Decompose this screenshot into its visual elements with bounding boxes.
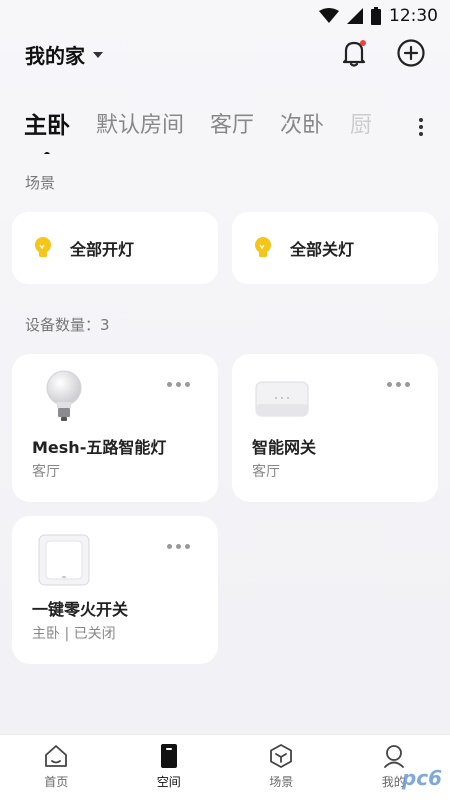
home-title: 我的家 <box>25 44 85 68</box>
device-card-gateway[interactable]: 智能网关 客厅 <box>232 354 438 502</box>
more-dot <box>419 125 423 129</box>
space-icon <box>160 744 177 768</box>
nav-label: 首页 <box>44 775 69 789</box>
header: 我的家 <box>0 36 450 76</box>
device-more-button[interactable] <box>167 382 190 387</box>
device-name: Mesh-五路智能灯 <box>32 438 167 457</box>
more-dot <box>176 382 181 387</box>
app-screen: 12:30 我的家 主卧 默认房间 客厅 次卧 厨 场景 全部开灯 全部关灯 设… <box>0 0 450 800</box>
more-dot <box>405 382 410 387</box>
device-more-button[interactable] <box>167 544 190 549</box>
more-dot <box>387 382 392 387</box>
device-room: 客厅 <box>252 464 280 480</box>
tab-default-room[interactable]: 默认房间 <box>96 108 184 154</box>
nav-label: 空间 <box>156 775 181 789</box>
device-room: 主卧 | 已关闭 <box>32 626 116 642</box>
scenes-label: 场景 <box>25 174 56 192</box>
caret-down-icon <box>93 51 103 58</box>
device-name: 一键零火开关 <box>32 600 129 619</box>
more-dot <box>167 544 172 549</box>
more-dot <box>419 118 423 122</box>
bulb-icon <box>255 237 271 257</box>
tab-kitchen[interactable]: 厨 <box>350 108 372 154</box>
scene-cube-icon <box>270 744 293 768</box>
nav-label: 场景 <box>269 775 294 789</box>
nav-scene[interactable]: 场景 <box>225 735 338 800</box>
nav-home[interactable]: 首页 <box>0 735 113 800</box>
more-dot <box>185 544 190 549</box>
device-name: 智能网关 <box>252 438 317 457</box>
gateway-icon <box>255 381 309 417</box>
tab-living-room[interactable]: 客厅 <box>210 108 254 154</box>
more-dot <box>419 132 423 136</box>
home-icon <box>45 745 68 767</box>
watermark-logo: pc6 <box>401 766 442 790</box>
bulb-icon <box>35 237 51 257</box>
scene-name: 全部关灯 <box>290 240 355 259</box>
device-room: 客厅 <box>32 464 60 480</box>
signal-icon <box>347 8 363 24</box>
scene-name: 全部开灯 <box>70 240 135 259</box>
bottom-nav: 首页 空间 场景 我的 <box>0 734 450 800</box>
light-bulb-icon <box>46 370 82 421</box>
add-button[interactable] <box>396 38 426 68</box>
device-card-smart-light[interactable]: Mesh-五路智能灯 客厅 <box>12 354 218 502</box>
more-dot <box>396 382 401 387</box>
battery-icon <box>371 7 381 25</box>
notifications-button[interactable] <box>340 38 368 68</box>
tab-second-bedroom[interactable]: 次卧 <box>280 108 324 154</box>
wall-switch-icon <box>38 534 90 586</box>
home-selector[interactable]: 我的家 <box>25 40 103 69</box>
device-card-wall-switch[interactable]: 一键零火开关 主卧 | 已关闭 <box>12 516 218 664</box>
tab-master-bedroom[interactable]: 主卧 <box>24 108 70 154</box>
room-tabs: 主卧 默认房间 客厅 次卧 厨 <box>24 108 410 154</box>
more-dot <box>167 382 172 387</box>
more-dot <box>176 544 181 549</box>
nav-space[interactable]: 空间 <box>113 735 226 800</box>
scene-card-all-on[interactable]: 全部开灯 <box>12 212 218 284</box>
more-tabs-button[interactable] <box>418 118 424 136</box>
wifi-icon <box>319 8 339 23</box>
status-time: 12:30 <box>389 6 438 26</box>
plus-circle-icon <box>397 39 425 67</box>
scene-card-all-off[interactable]: 全部关灯 <box>232 212 438 284</box>
status-bar: 12:30 <box>0 0 450 32</box>
more-dot <box>185 382 190 387</box>
device-more-button[interactable] <box>387 382 410 387</box>
device-count-label: 设备数量：3 <box>25 316 110 334</box>
notification-dot <box>360 40 366 46</box>
